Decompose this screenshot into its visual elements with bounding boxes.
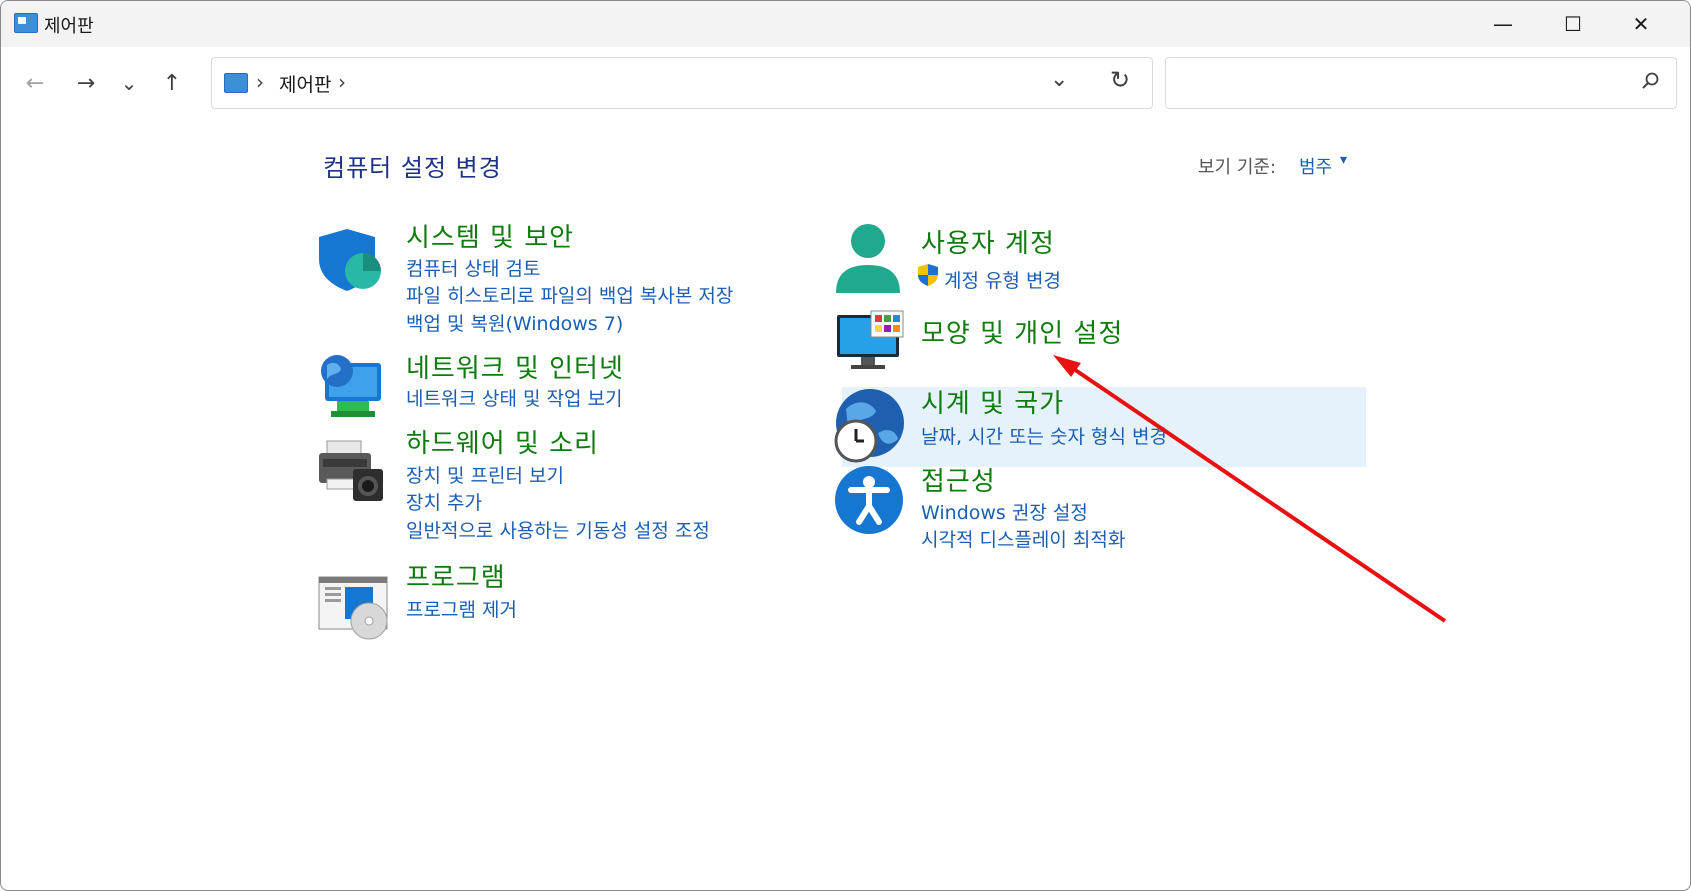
recent-locations-button[interactable]: ⌄ [109, 63, 149, 103]
uac-shield-icon [918, 264, 938, 286]
programs-disc-icon[interactable] [317, 573, 391, 641]
refresh-button[interactable]: ↻ [1110, 66, 1130, 94]
user-icon[interactable] [832, 223, 904, 295]
category-system-security[interactable]: 시스템 및 보안 [406, 217, 574, 254]
view-by-dropdown-arrow[interactable]: ▾ [1340, 152, 1347, 168]
breadcrumb-separator[interactable]: › [256, 70, 264, 94]
link-review-computer-status[interactable]: 컴퓨터 상태 검토 [406, 254, 540, 281]
link-windows-recommended-settings[interactable]: Windows 권장 설정 [921, 498, 1088, 525]
link-file-history-backup[interactable]: 파일 히스토리로 파일의 백업 복사본 저장 [406, 281, 733, 308]
link-backup-restore[interactable]: 백업 및 복원(Windows 7) [406, 309, 623, 336]
category-appearance-personalization[interactable]: 모양 및 개인 설정 [921, 313, 1123, 350]
close-button[interactable]: ✕ [1606, 1, 1676, 47]
search-box[interactable] [1165, 57, 1677, 109]
link-uninstall-program[interactable]: 프로그램 제거 [406, 595, 517, 622]
minimize-button[interactable]: — [1468, 1, 1538, 47]
view-by-dropdown[interactable]: 범주 [1299, 153, 1332, 179]
maximize-button[interactable]: ☐ [1538, 1, 1608, 47]
shield-icon[interactable] [317, 227, 387, 293]
link-add-device[interactable]: 장치 추가 [406, 488, 482, 515]
link-mobility-settings[interactable]: 일반적으로 사용하는 기동성 설정 조정 [406, 516, 710, 543]
address-bar[interactable]: › 제어판 › ⌄ ↻ [211, 57, 1153, 109]
printer-camera-icon[interactable] [317, 439, 387, 505]
search-icon[interactable] [1640, 70, 1662, 92]
up-button[interactable]: ↑ [152, 63, 192, 103]
link-optimize-visual-display[interactable]: 시각적 디스플레이 최적화 [921, 525, 1125, 552]
title-bar: 제어판 — ☐ ✕ [1, 1, 1690, 47]
network-globe-icon[interactable] [317, 353, 387, 419]
link-date-time-format[interactable]: 날짜, 시간 또는 숫자 형식 변경 [921, 422, 1167, 449]
link-network-status-tasks[interactable]: 네트워크 상태 및 작업 보기 [406, 384, 622, 411]
page-heading: 컴퓨터 설정 변경 [323, 154, 502, 182]
back-button[interactable]: ← [15, 63, 55, 103]
control-panel-window: 제어판 — ☐ ✕ ← → ⌄ ↑ › 제어판 › ⌄ ↻ 컴퓨터 설정 변경 … [0, 0, 1691, 891]
category-user-accounts[interactable]: 사용자 계정 [921, 223, 1055, 260]
link-change-account-type[interactable]: 계정 유형 변경 [944, 266, 1061, 293]
link-devices-printers[interactable]: 장치 및 프린터 보기 [406, 461, 564, 488]
address-dropdown-button[interactable]: ⌄ [1050, 67, 1068, 92]
window-title: 제어판 [44, 16, 94, 37]
breadcrumb-separator[interactable]: › [338, 70, 346, 94]
globe-clock-icon[interactable] [832, 387, 906, 463]
control-panel-icon [224, 73, 248, 93]
category-programs[interactable]: 프로그램 [406, 557, 506, 594]
monitor-icon[interactable] [835, 309, 905, 373]
accessibility-icon[interactable] [833, 464, 905, 536]
breadcrumb-location[interactable]: 제어판 [279, 70, 331, 97]
category-accessibility[interactable]: 접근성 [921, 461, 996, 498]
view-by-label: 보기 기준: [1198, 157, 1277, 178]
category-hardware-sound[interactable]: 하드웨어 및 소리 [406, 423, 599, 460]
category-clock-region[interactable]: 시계 및 국가 [921, 383, 1064, 420]
control-panel-icon [14, 13, 38, 33]
category-network-internet[interactable]: 네트워크 및 인터넷 [406, 348, 624, 385]
forward-button[interactable]: → [66, 63, 106, 103]
